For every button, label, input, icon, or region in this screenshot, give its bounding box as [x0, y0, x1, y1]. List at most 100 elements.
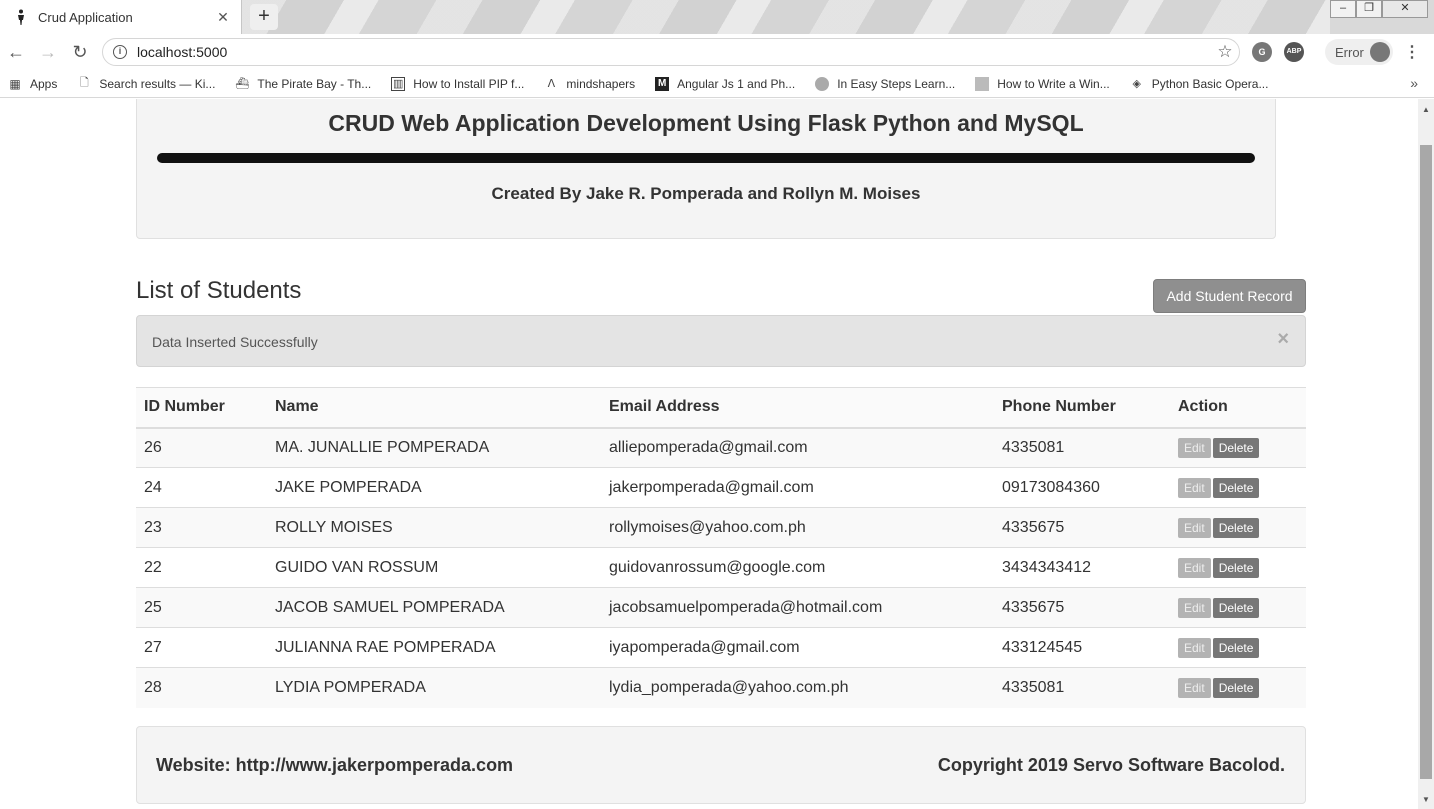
bookmark-label: Search results — Ki... — [99, 76, 216, 91]
bookmark-label: How to Write a Win... — [997, 76, 1110, 91]
bookmark-angular[interactable]: M Angular Js 1 and Ph... — [655, 76, 795, 91]
bookmark-pirate-bay[interactable]: ⛴ The Pirate Bay - Th... — [235, 77, 371, 91]
edit-button[interactable]: Edit — [1178, 437, 1211, 458]
reload-icon[interactable]: ↻ — [64, 36, 96, 68]
delete-button[interactable]: Delete — [1212, 517, 1260, 538]
cell-id: 26 — [136, 427, 267, 468]
vertical-scrollbar[interactable]: ▲ ▼ — [1418, 99, 1434, 809]
add-student-button[interactable]: Add Student Record — [1153, 279, 1306, 313]
cell-name: ROLLY MOISES — [267, 507, 601, 548]
profile-label: Error — [1335, 44, 1364, 60]
table-row: 24 JAKE POMPERADA jakerpomperada@gmail.com… — [136, 467, 1306, 508]
cell-action: Edit Delete — [1170, 547, 1306, 588]
tab-strip: Crud Application ✕ + – ❐ ✕ — [0, 0, 1434, 34]
delete-button[interactable]: Delete — [1212, 637, 1260, 658]
header-divider — [157, 153, 1255, 163]
alert-message: Data Inserted Successfully — [152, 334, 318, 350]
cell-name: MA. JUNALLIE POMPERADA — [267, 427, 601, 468]
cell-email: jakerpomperada@gmail.com — [601, 467, 994, 508]
edit-button[interactable]: Edit — [1178, 557, 1211, 578]
grammarly-extension-icon[interactable]: G — [1252, 42, 1272, 62]
menu-kebab-icon[interactable]: ⋮ — [1404, 42, 1420, 62]
adblock-extension-icon[interactable]: ABP — [1284, 42, 1304, 62]
cell-id: 23 — [136, 507, 267, 548]
header-jumbotron: CRUD Web Application Development Using F… — [136, 99, 1276, 239]
delete-button[interactable]: Delete — [1212, 437, 1260, 458]
delete-button[interactable]: Delete — [1212, 557, 1260, 578]
cell-phone: 09173084360 — [994, 467, 1170, 508]
success-alert: Data Inserted Successfully × — [136, 315, 1306, 367]
cell-phone: 4335675 — [994, 587, 1170, 628]
table-row: 27 JULIANNA RAE POMPERADA iyapomperada@gma… — [136, 627, 1306, 668]
cell-id: 25 — [136, 587, 267, 628]
footer-copyright: Copyright 2019 Servo Software Bacolod. — [937, 755, 1285, 775]
delete-button[interactable]: Delete — [1212, 597, 1260, 618]
bookmarks-overflow-icon[interactable]: » — [1410, 75, 1418, 91]
bookmark-label: Python Basic Opera... — [1151, 76, 1269, 91]
cell-action: Edit Delete — [1170, 587, 1306, 628]
url-text[interactable]: localhost:5000 — [137, 44, 1211, 60]
info-icon[interactable]: i — [113, 45, 127, 59]
restore-icon[interactable]: ❐ — [1356, 0, 1382, 18]
puzzle-icon — [975, 76, 990, 91]
globe-icon — [815, 76, 830, 91]
mindshapers-icon: ⴷ — [547, 78, 556, 90]
column-header-phone: Phone Number — [994, 387, 1170, 429]
delete-button[interactable]: Delete — [1212, 677, 1260, 698]
new-tab-button[interactable]: + — [250, 4, 278, 30]
browser-tab[interactable]: Crud Application ✕ — [0, 0, 242, 34]
bookmark-label: mindshapers — [566, 76, 636, 91]
edit-button[interactable]: Edit — [1178, 517, 1211, 538]
window-close-icon[interactable]: ✕ — [1382, 0, 1428, 18]
apps-grid-icon: ▦ — [9, 76, 21, 91]
cell-phone: 433124545 — [994, 627, 1170, 668]
cell-action: Edit Delete — [1170, 627, 1306, 668]
edit-button[interactable]: Edit — [1178, 677, 1211, 698]
students-table: ID Number Name Email Address Phone Numbe… — [136, 387, 1306, 708]
ship-icon: ⛴ — [235, 78, 250, 90]
cell-action: Edit Delete — [1170, 467, 1306, 508]
table-row: 22 GUIDO VAN ROSSUM guidovanrossum@google.… — [136, 547, 1306, 588]
bookmark-write-win[interactable]: How to Write a Win... — [975, 76, 1110, 91]
scroll-up-icon[interactable]: ▲ — [1422, 105, 1430, 114]
tab-close-icon[interactable]: ✕ — [211, 9, 235, 26]
cell-name: JAKE POMPERADA — [267, 467, 601, 508]
page-subtitle: Created By Jake R. Pomperada and Rollyn … — [491, 184, 921, 203]
bookmark-python-basic[interactable]: ◈ Python Basic Opera... — [1130, 77, 1269, 91]
cell-email: iyapomperada@gmail.com — [601, 627, 994, 668]
bookmark-label: How to Install PIP f... — [413, 76, 525, 91]
cell-name: JACOB SAMUEL POMPERADA — [267, 587, 601, 628]
back-arrow-icon[interactable]: ← — [0, 36, 32, 68]
column-header-id: ID Number — [136, 387, 267, 429]
table-row: 23 ROLLY MOISES rollymoises@yahoo.com.ph 43… — [136, 507, 1306, 548]
cell-email: alliepomperada@gmail.com — [601, 427, 994, 468]
bookmark-easy-steps[interactable]: In Easy Steps Learn... — [815, 76, 955, 91]
forward-arrow-icon[interactable]: → — [32, 36, 64, 68]
profile-button[interactable]: Error — [1325, 39, 1393, 65]
table-header-row: ID Number Name Email Address Phone Numbe… — [136, 387, 1306, 429]
cell-action: Edit Delete — [1170, 668, 1306, 708]
bookmark-mindshapers[interactable]: ⴷ mindshapers — [544, 77, 635, 91]
edit-button[interactable]: Edit — [1178, 597, 1211, 618]
cell-id: 28 — [144, 678, 162, 696]
bookmark-apps[interactable]: ▦ Apps — [8, 77, 57, 91]
delete-button[interactable]: Delete — [1212, 477, 1260, 498]
bookmark-search-results[interactable]: 🗋 Search results — Ki... — [77, 77, 215, 91]
alert-close-icon[interactable]: × — [1277, 328, 1289, 351]
cell-name: JULIANNA RAE POMPERADA — [267, 627, 601, 668]
tab-strip-background — [240, 0, 1330, 34]
cell-phone: 4335081 — [1002, 678, 1065, 696]
column-header-name: Name — [267, 387, 601, 429]
list-title: List of Students — [136, 277, 302, 304]
star-icon[interactable]: ☆ — [1211, 42, 1239, 62]
address-bar[interactable]: i localhost:5000 ☆ — [102, 38, 1240, 66]
edit-button[interactable]: Edit — [1178, 637, 1211, 658]
scroll-down-icon[interactable]: ▼ — [1422, 795, 1430, 804]
tab-title: Crud Application — [38, 9, 133, 25]
bookmark-label: Apps — [30, 76, 58, 91]
edit-button[interactable]: Edit — [1178, 477, 1211, 498]
bookmark-install-pip[interactable]: ▥ How to Install PIP f... — [391, 76, 525, 91]
person-favicon-icon — [14, 9, 28, 25]
scrollbar-thumb[interactable] — [1420, 145, 1432, 779]
minimize-icon[interactable]: – — [1330, 0, 1356, 18]
